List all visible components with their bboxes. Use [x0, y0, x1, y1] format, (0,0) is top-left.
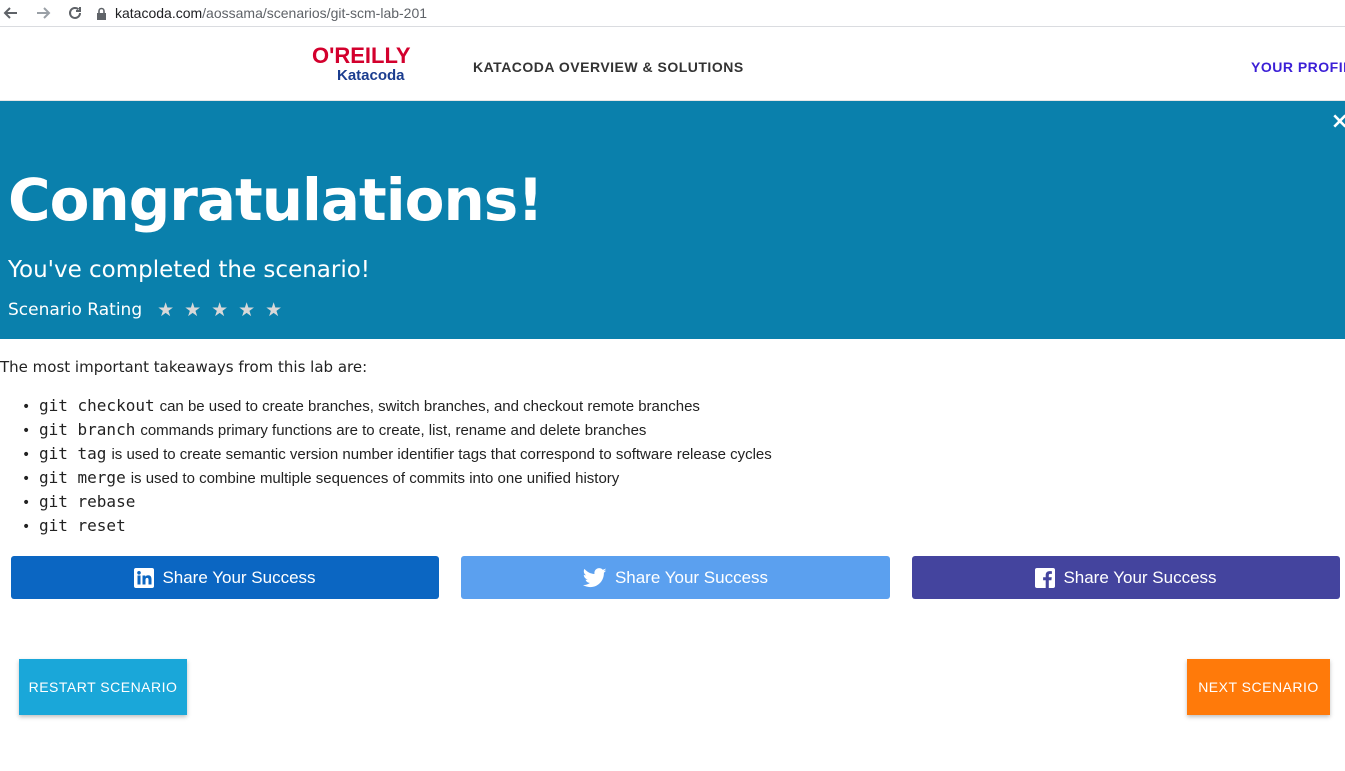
reload-button[interactable]: [64, 2, 86, 24]
bullet-icon: •: [22, 447, 31, 463]
twitter-icon: [582, 567, 607, 587]
share-linkedin-label: Share Your Success: [162, 567, 316, 587]
star-icon[interactable]: ★: [152, 300, 179, 320]
share-twitter-label: Share Your Success: [614, 567, 769, 587]
share-linkedin-button[interactable]: Share Your Success: [11, 556, 439, 599]
logo-katacoda-text: Katacoda: [337, 67, 405, 84]
star-icon[interactable]: ★: [179, 300, 206, 320]
url-field[interactable]: katacoda.com/aossama/scenarios/git-scm-l…: [96, 5, 427, 21]
back-arrow-icon: [3, 7, 17, 19]
list-item: • git tag is used to create semantic versi…: [22, 444, 772, 468]
restart-scenario-button[interactable]: RESTART SCENARIO: [19, 659, 187, 715]
takeaways-list: • git checkout can be used to create branc…: [22, 396, 772, 540]
banner-subtitle: You've completed the scenario!: [8, 257, 371, 283]
lock-icon: [97, 7, 106, 20]
command-description: commands primary functions are to create…: [140, 422, 647, 439]
list-item: • git merge is used to combine multiple se…: [22, 468, 772, 492]
bullet-icon: •: [22, 495, 31, 511]
forward-arrow-icon: [37, 7, 51, 19]
command-code: git branch: [39, 420, 136, 439]
scenario-rating: Scenario Rating ★ ★ ★ ★ ★: [8, 300, 287, 320]
bullet-icon: •: [22, 423, 31, 439]
takeaways-intro: The most important takeaways from this l…: [0, 358, 368, 376]
linkedin-icon: [134, 567, 155, 588]
command-code: git reset: [39, 516, 126, 535]
back-button[interactable]: [0, 2, 22, 24]
bullet-icon: •: [22, 471, 31, 487]
congratulations-banner: × Congratulations! You've completed the …: [0, 101, 1345, 339]
url-host: katacoda.com: [115, 5, 203, 21]
reload-icon: [69, 6, 81, 19]
command-description: is used to combine multiple sequences of…: [130, 470, 620, 487]
bullet-icon: •: [22, 519, 31, 535]
share-facebook-label: Share Your Success: [1063, 567, 1217, 587]
nav-your-profile[interactable]: YOUR PROFILE: [1251, 59, 1345, 75]
close-icon[interactable]: ×: [1331, 109, 1345, 134]
list-item: • git rebase: [22, 492, 772, 516]
banner-title: Congratulations!: [8, 166, 544, 234]
command-description: can be used to create branches, switch b…: [159, 398, 700, 415]
bullet-icon: •: [22, 399, 31, 415]
oreilly-katacoda-logo[interactable]: O'REILLY Katacoda: [312, 45, 424, 85]
next-scenario-button[interactable]: NEXT SCENARIO: [1187, 659, 1330, 715]
command-code: git rebase: [39, 492, 136, 511]
list-item: • git reset: [22, 516, 772, 540]
rating-label: Scenario Rating: [8, 300, 143, 320]
command-code: git tag: [39, 444, 107, 463]
command-code: git merge: [39, 468, 126, 487]
command-code: git checkout: [39, 396, 155, 415]
command-description: is used to create semantic version numbe…: [111, 446, 772, 463]
site-header: O'REILLY Katacoda KATACODA OVERVIEW & SO…: [0, 33, 1345, 101]
browser-address-bar: katacoda.com/aossama/scenarios/git-scm-l…: [0, 0, 1345, 27]
facebook-icon: [1035, 567, 1056, 588]
star-icon[interactable]: ★: [206, 300, 233, 320]
star-icon[interactable]: ★: [260, 300, 287, 320]
list-item: • git branch commands primary functions ar…: [22, 420, 772, 444]
share-twitter-button[interactable]: Share Your Success: [461, 556, 890, 599]
rating-stars: ★ ★ ★ ★ ★: [152, 300, 287, 320]
star-icon[interactable]: ★: [233, 300, 260, 320]
url-path: /aossama/scenarios/git-scm-lab-201: [202, 5, 428, 21]
list-item: • git checkout can be used to create branc…: [22, 396, 772, 420]
forward-button[interactable]: [32, 2, 54, 24]
logo-oreilly-text: O'REILLY: [312, 43, 411, 68]
share-facebook-button[interactable]: Share Your Success: [912, 556, 1340, 599]
nav-overview-solutions[interactable]: KATACODA OVERVIEW & SOLUTIONS: [473, 59, 744, 75]
